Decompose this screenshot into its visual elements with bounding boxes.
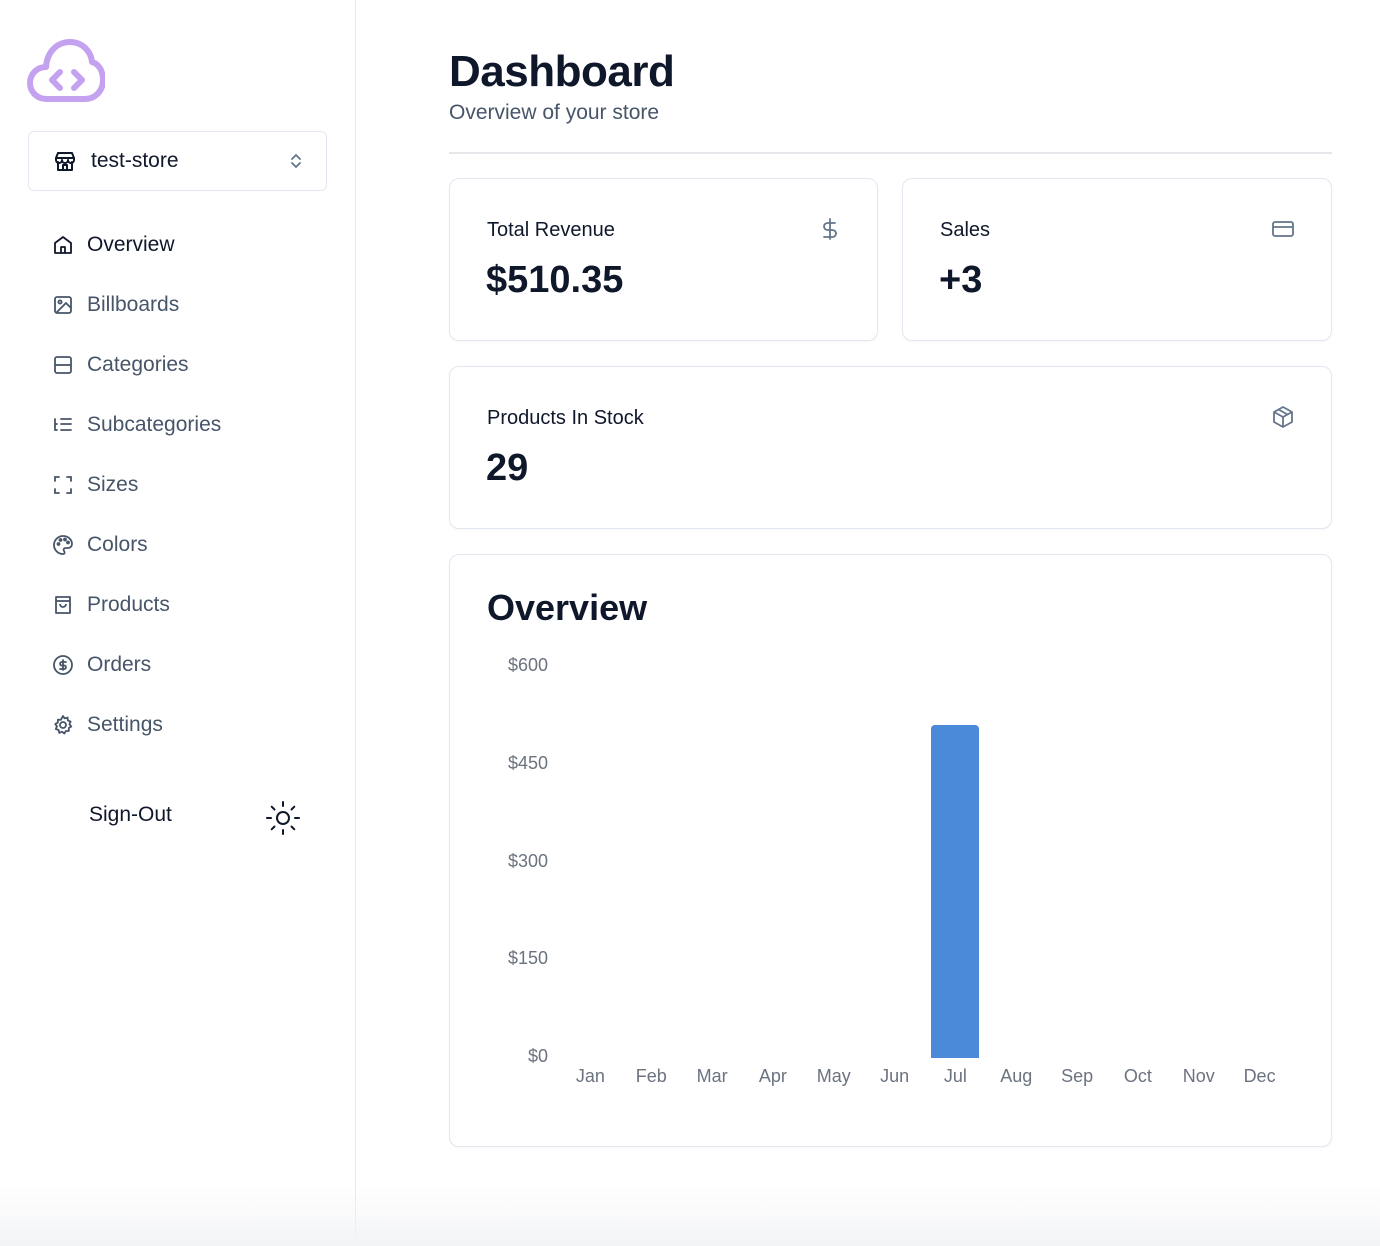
sidebar-item-orders[interactable]: Orders: [52, 635, 221, 695]
y-tick-label: $600: [507, 655, 548, 675]
sidebar-item-billboards[interactable]: Billboards: [52, 275, 221, 335]
package-icon: [1271, 405, 1295, 429]
palette-icon: [52, 534, 74, 556]
dollar-icon: [818, 217, 842, 241]
sidebar-item-subcategories[interactable]: Subcategories: [52, 395, 221, 455]
x-tick-label: Nov: [1182, 1066, 1215, 1086]
sidebar-item-label: Colors: [87, 533, 148, 556]
x-tick-label: Aug: [1000, 1066, 1033, 1086]
credit-card-icon: [1271, 217, 1295, 241]
overview-chart-card: Overview $600 $450 $300 $150 $0 Jan Feb Mar Apr M…: [449, 554, 1332, 1147]
store-name: test-store: [91, 149, 179, 172]
sidebar: test-store Overview Billboards Categorie…: [0, 0, 356, 1246]
sidebar-item-label: Categories: [87, 353, 189, 376]
bottom-fade: [0, 1186, 1380, 1246]
x-tick-label: Dec: [1243, 1066, 1276, 1086]
sun-icon[interactable]: [263, 798, 303, 838]
total-revenue-card: Total Revenue $510.35: [449, 178, 878, 341]
sidebar-item-label: Subcategories: [87, 413, 222, 436]
scan-icon: [52, 474, 74, 496]
sidebar-item-products[interactable]: Products: [52, 575, 221, 635]
sidebar-item-categories[interactable]: Categories: [52, 335, 221, 395]
shopping-bag-icon: [52, 594, 74, 616]
store-icon: [53, 149, 77, 173]
x-tick-label: Oct: [1123, 1066, 1152, 1086]
x-tick-label: Sep: [1061, 1066, 1094, 1086]
sales-card: Sales +3: [902, 178, 1332, 341]
store-switcher[interactable]: test-store: [28, 131, 327, 191]
y-tick-label: $0: [527, 1046, 548, 1066]
y-tick-label: $450: [507, 752, 548, 773]
sidebar-item-label: Billboards: [87, 293, 180, 316]
card-value: +3: [939, 259, 983, 301]
sidebar-item-colors[interactable]: Colors: [52, 515, 221, 575]
cloud-code-logo-icon[interactable]: [27, 38, 106, 104]
sign-out-button[interactable]: Sign-Out: [89, 803, 172, 827]
sidebar-item-label: Products: [87, 593, 170, 616]
x-tick-label: Apr: [758, 1066, 787, 1086]
layout-icon: [52, 354, 74, 376]
sidebar-item-overview[interactable]: Overview: [52, 215, 221, 275]
page-subtitle: Overview of your store: [449, 101, 660, 124]
page-title: Dashboard: [449, 47, 675, 96]
image-icon: [52, 294, 74, 316]
card-value: $510.35: [486, 259, 624, 301]
x-tick-label: Jun: [880, 1066, 910, 1086]
chart-bar-jul[interactable]: [931, 725, 980, 1058]
x-tick-label: Jan: [575, 1066, 605, 1086]
chevrons-up-down-icon: [286, 151, 306, 171]
x-tick-label: May: [816, 1066, 851, 1086]
sidebar-nav: Overview Billboards Categories Subcatego…: [52, 215, 221, 755]
x-tick-label: Jul: [943, 1066, 967, 1086]
divider: [449, 152, 1332, 154]
y-tick-label: $300: [507, 850, 548, 871]
card-label: Sales: [940, 219, 991, 241]
dollar-circle-icon: [52, 654, 74, 676]
chart-title: Overview: [487, 587, 648, 628]
x-tick-label: Mar: [696, 1066, 728, 1086]
sidebar-item-sizes[interactable]: Sizes: [52, 455, 221, 515]
card-label: Total Revenue: [487, 219, 615, 241]
card-label: Products In Stock: [487, 407, 644, 429]
sidebar-item-label: Orders: [87, 653, 152, 676]
sidebar-item-label: Settings: [87, 713, 163, 736]
list-tree-icon: [52, 414, 74, 436]
products-in-stock-card: Products In Stock 29: [449, 366, 1332, 529]
x-tick-label: Feb: [635, 1066, 667, 1086]
sidebar-item-label: Overview: [87, 233, 175, 256]
y-tick-label: $150: [507, 948, 548, 969]
home-icon: [52, 234, 74, 256]
sidebar-item-label: Sizes: [87, 473, 139, 496]
gear-icon: [52, 714, 74, 736]
card-value: 29: [486, 447, 529, 489]
sidebar-item-settings[interactable]: Settings: [52, 695, 221, 755]
